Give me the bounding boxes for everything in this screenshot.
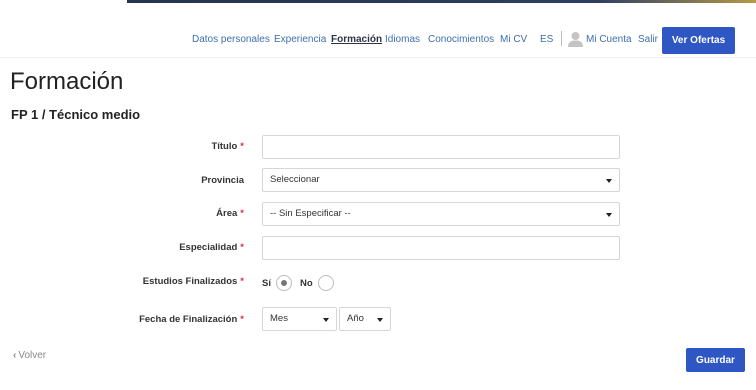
year-select[interactable]: Año: [339, 307, 391, 331]
nav-item-datos-personales[interactable]: Datos personales: [192, 34, 270, 45]
required-marker: *: [240, 276, 244, 287]
required-marker: *: [240, 141, 244, 152]
chevron-left-icon: ‹: [13, 350, 17, 361]
logout-link[interactable]: Salir: [638, 34, 658, 45]
required-marker: *: [240, 208, 244, 219]
especialidad-label: Especialidad *: [179, 242, 244, 253]
language-selector[interactable]: ES: [540, 34, 553, 45]
chevron-down-icon: [606, 179, 612, 183]
month-select[interactable]: Mes: [262, 307, 337, 331]
month-select-value: Mes: [270, 313, 288, 324]
titulo-label: Título *: [211, 141, 244, 152]
fecha-finalizacion-label: Fecha de Finalización *: [139, 314, 244, 325]
radio-si-label: Sí: [262, 278, 271, 289]
provincia-select-value: Seleccionar: [270, 174, 320, 185]
required-marker: *: [240, 242, 244, 253]
section-subtitle: FP 1 / Técnico medio: [11, 107, 141, 122]
area-select-value: -- Sin Especificar --: [270, 208, 351, 219]
nav-item-conocimientos[interactable]: Conocimientos: [428, 34, 494, 45]
nav-item-idiomas[interactable]: Idiomas: [385, 34, 420, 45]
year-select-value: Año: [347, 313, 364, 324]
back-link[interactable]: ‹ Volver: [13, 350, 46, 361]
user-avatar-icon[interactable]: [568, 31, 583, 47]
provincia-select[interactable]: Seleccionar: [262, 168, 620, 192]
chevron-down-icon: [323, 318, 329, 322]
save-button[interactable]: Guardar: [686, 348, 745, 372]
my-account-link[interactable]: Mi Cuenta: [586, 34, 632, 45]
nav-item-formacion[interactable]: Formación: [331, 34, 382, 45]
especialidad-input[interactable]: [262, 236, 620, 260]
provincia-label: Provincia: [201, 175, 244, 186]
titulo-input[interactable]: [262, 135, 620, 159]
radio-si[interactable]: [276, 275, 292, 291]
nav-divider: [561, 31, 562, 46]
top-navigation: Datos personales Experiencia Formación I…: [0, 0, 756, 58]
radio-no-label: No: [300, 278, 313, 289]
view-offers-button[interactable]: Ver Ofertas: [662, 27, 735, 54]
nav-item-mi-cv[interactable]: Mi CV: [500, 34, 527, 45]
required-marker: *: [240, 314, 244, 325]
radio-no[interactable]: [318, 275, 334, 291]
page-title: Formación: [10, 68, 124, 95]
nav-item-experiencia[interactable]: Experiencia: [274, 34, 326, 45]
area-select[interactable]: -- Sin Especificar --: [262, 202, 620, 226]
chevron-down-icon: [606, 213, 612, 217]
area-label: Área *: [216, 208, 244, 219]
chevron-down-icon: [377, 318, 383, 322]
estudios-finalizados-label: Estudios Finalizados *: [142, 276, 244, 287]
back-link-label: Volver: [18, 350, 47, 361]
